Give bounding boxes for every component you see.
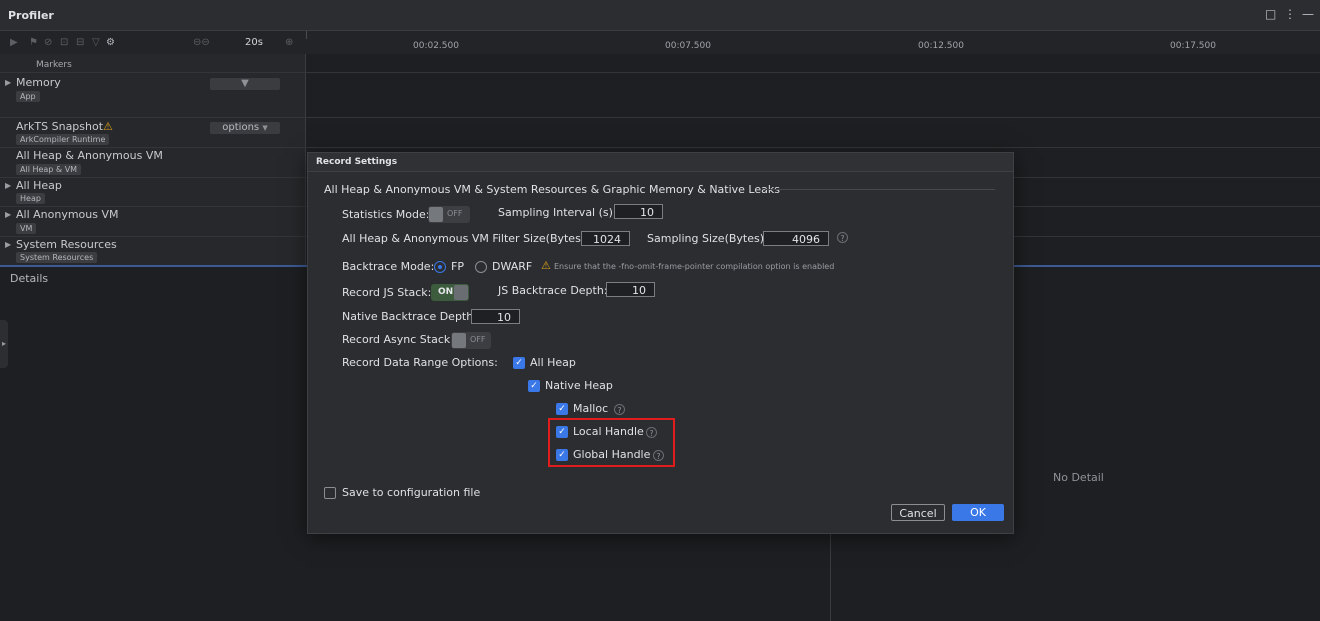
backtrace-warning-text: Ensure that the -fno-omit-frame-pointer … [554,262,835,271]
panel-splitter[interactable] [830,533,831,621]
settings-icon[interactable]: ⚙ [106,37,115,48]
toggle-state: OFF [470,335,486,344]
fp-label: FP [451,260,464,273]
js-depth-input[interactable]: 10 [606,282,655,297]
sampling-interval-input[interactable]: 10 [614,204,663,219]
track-tag-arkts: ArkCompiler Runtime [16,134,110,145]
expand-arrow-icon[interactable]: ▶ [5,181,11,190]
title-bar: Profiler □ ⋮ — [0,0,1320,31]
help-icon[interactable]: ? [837,232,848,243]
filter-size-label: All Heap & Anonymous VM Filter Size(Byte… [342,232,589,245]
async-stack-toggle[interactable]: OFF [451,332,491,349]
warning-icon: ⚠ [541,259,551,272]
track-title-all-anon-vm: All Anonymous VM [16,208,119,221]
highlight-annotation [548,418,675,467]
dwarf-label: DWARF [492,260,533,273]
sampling-interval-label: Sampling Interval (s): [498,206,617,219]
section-title: All Heap & Anonymous VM & System Resourc… [324,183,780,196]
async-stack-label: Record Async Stack: [342,333,454,346]
save-config-label: Save to configuration file [342,486,481,499]
track-title-system: System Resources [16,238,117,251]
native-depth-input[interactable]: 10 [471,309,520,324]
expand-arrow-icon[interactable]: ▶ [5,78,11,87]
stop-icon[interactable]: ⊘ [44,37,52,48]
expand-arrow-icon[interactable]: ▶ [5,210,11,219]
track-tag-vm: VM [16,223,37,234]
divider [0,117,1320,118]
details-label: Details [10,272,49,285]
no-detail-text: No Detail [1053,471,1104,484]
ok-button[interactable]: OK [952,504,1004,521]
range-options-label: Record Data Range Options: [342,356,498,369]
dwarf-radio[interactable] [475,261,487,273]
time-tick: 00:02.500 [413,41,459,51]
chevron-down-icon: ▼ [241,78,249,89]
sampling-size-label: Sampling Size(Bytes): [647,232,768,245]
export-icon[interactable]: ⊡ [60,37,68,48]
flag-icon[interactable]: ⚑ [29,37,38,48]
fp-radio[interactable] [434,261,446,273]
track-title-all-heap: All Heap [16,179,62,192]
arkts-options-select[interactable]: options ▼ [210,122,280,134]
time-tick: 00:07.500 [665,41,711,51]
malloc-checkbox[interactable]: ✓ [556,403,568,415]
toggle-knob [452,333,466,348]
track-tag-all-heap-vm: All Heap & VM [16,164,82,175]
all-heap-label: All Heap [530,356,576,369]
sampling-size-input[interactable]: 4096 [763,231,829,246]
track-title-memory: Memory [16,76,61,89]
native-depth-label: Native Backtrace Depth: [342,310,477,323]
backtrace-mode-label: Backtrace Mode: [342,260,435,273]
maximize-icon[interactable]: □ [1265,7,1276,21]
zoom-in-icon[interactable]: ⊕ [285,37,293,48]
dialog-title: Record Settings [316,157,398,167]
toggle-knob [429,207,443,222]
warning-icon: ⚠ [103,120,113,133]
play-icon[interactable]: ▶ [10,37,18,48]
track-tag-heap: Heap [16,193,45,204]
markers-label: Markers [36,60,72,70]
toggle-knob [454,285,468,300]
native-heap-checkbox[interactable]: ✓ [528,380,540,392]
statistics-mode-label: Statistics Mode: [342,208,430,221]
divider [0,147,1320,148]
time-tick: 00:17.500 [1170,41,1216,51]
track-title-arkts: ArkTS Snapshot [16,120,104,133]
divider [0,72,1320,73]
memory-select[interactable]: ▼ [210,78,280,90]
toggle-state: ON [438,287,454,297]
filter-size-input[interactable]: 1024 [581,231,630,246]
track-tag-memory: App [16,91,40,102]
chevron-down-icon: ▼ [262,124,268,132]
side-panel-toggle-icon[interactable]: ▸ [0,320,8,368]
record-settings-dialog: Record Settings All Heap & Anonymous VM … [307,152,1014,534]
malloc-label: Malloc [573,402,609,415]
toggle-state: OFF [447,209,463,218]
js-stack-toggle[interactable]: ON [431,284,469,301]
tick-mark [306,31,307,39]
expand-arrow-icon[interactable]: ▶ [5,240,11,249]
filter-icon[interactable]: ▽ [92,37,100,48]
statistics-mode-toggle[interactable]: OFF [428,206,470,223]
track-title-all-heap-vm: All Heap & Anonymous VM [16,149,163,162]
help-icon[interactable]: ? [614,404,625,415]
cancel-button[interactable]: Cancel [891,504,945,521]
save-config-checkbox[interactable] [324,487,336,499]
arkts-select-value: options [222,122,260,133]
section-divider [765,189,995,190]
native-heap-label: Native Heap [545,379,613,392]
more-options-icon[interactable]: ⋮ [1284,7,1296,21]
minimize-icon[interactable]: — [1302,7,1314,21]
all-heap-checkbox[interactable]: ✓ [513,357,525,369]
time-tick: 00:12.500 [918,41,964,51]
track-tag-system: System Resources [16,252,98,263]
js-depth-label: JS Backtrace Depth: [498,284,608,297]
duration-label: 20s [245,37,263,48]
dialog-header: Record Settings [308,153,1013,172]
js-stack-label: Record JS Stack: [342,286,432,299]
zoom-out-icon[interactable]: ⊖⊖ [193,37,210,48]
window-title: Profiler [8,9,54,22]
import-icon[interactable]: ⊟ [76,37,84,48]
